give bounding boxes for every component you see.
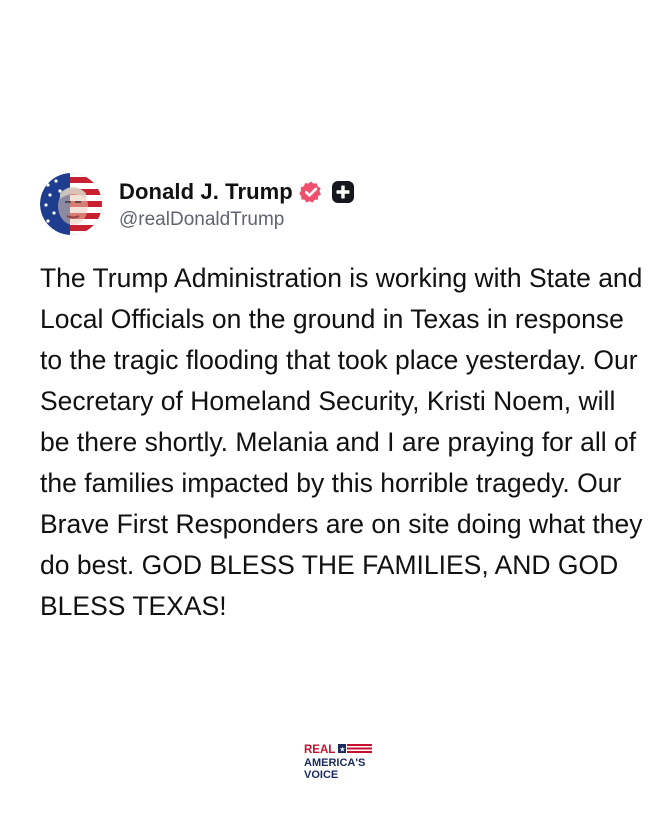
post-card: Donald J. Trump @realDonaldTrump The Tru… bbox=[40, 172, 650, 627]
author-display-name[interactable]: Donald J. Trump bbox=[119, 179, 293, 205]
watermark-logo: REAL ★ AMERICA'S VOICE bbox=[304, 741, 374, 785]
watermark-line3: VOICE bbox=[304, 769, 338, 781]
name-row: Donald J. Trump bbox=[119, 177, 355, 207]
watermark-line1: REAL bbox=[304, 744, 335, 756]
post-text: The Trump Administration is working with… bbox=[40, 263, 643, 621]
avatar[interactable] bbox=[40, 173, 102, 235]
author-names: Donald J. Trump @realDonaldTrump bbox=[119, 177, 355, 231]
page: { "post": { "author": { "display_name": … bbox=[0, 0, 672, 840]
author-handle[interactable]: @realDonaldTrump bbox=[119, 209, 355, 231]
svg-text:★: ★ bbox=[339, 746, 345, 754]
post-header: Donald J. Trump @realDonaldTrump bbox=[40, 172, 650, 236]
verified-badge-icon bbox=[299, 180, 323, 204]
watermark-line2: AMERICA'S bbox=[304, 757, 365, 769]
plus-badge-icon bbox=[331, 180, 355, 204]
